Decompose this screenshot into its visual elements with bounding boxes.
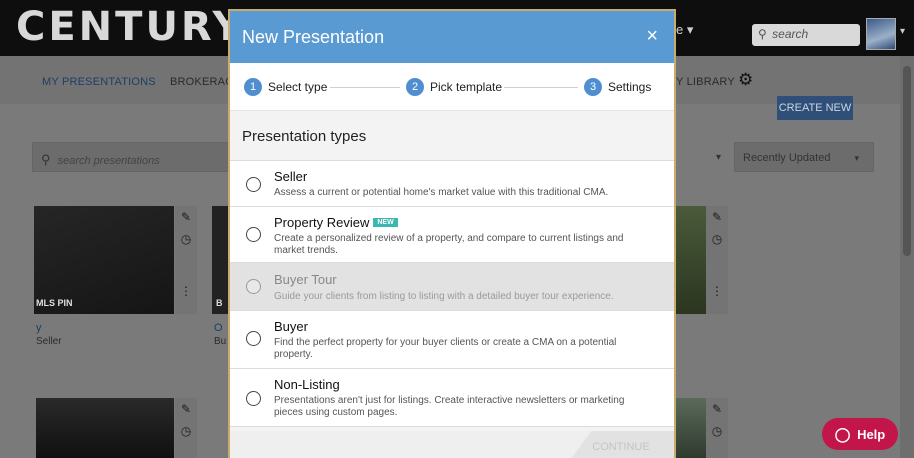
card-actions: ✎ ◷ ⋮ [706, 206, 728, 314]
chevron-down-icon: ▾ [854, 153, 859, 163]
close-icon[interactable]: × [646, 25, 658, 48]
option-buyer[interactable]: Buyer Find the perfect property for your… [230, 311, 674, 369]
create-new-button[interactable]: CREATE NEW [777, 96, 853, 120]
presentation-search-placeholder: search presentations [57, 155, 160, 167]
history-icon[interactable]: ◷ [175, 232, 197, 246]
brand-logo: CENTURY [16, 4, 245, 50]
modal-header: New Presentation × [230, 11, 674, 63]
option-name-row: Property Review NEW [274, 215, 398, 230]
wizard-stepper: 1 Select type 2 Pick template 3 Settings [230, 63, 674, 111]
thumbnail-label: MLS PIN [36, 298, 73, 308]
step-divider [504, 87, 578, 88]
filter-chevron-down-icon[interactable]: ▾ [716, 152, 721, 163]
sort-value: Recently Updated [743, 152, 831, 164]
tab-brokerage[interactable]: BROKERAG [170, 76, 234, 88]
tab-library[interactable]: Y LIBRARY [676, 76, 735, 88]
option-property-review[interactable]: Property Review NEW Create a personalized… [230, 207, 674, 263]
presentation-thumbnail[interactable] [676, 206, 706, 314]
option-non-listing[interactable]: Non-Listing Presentations aren't just fo… [230, 369, 674, 427]
option-name: Buyer [274, 319, 308, 334]
presentation-types-heading: Presentation types [230, 111, 674, 161]
option-name: Buyer Tour [274, 272, 337, 287]
chat-bubble-icon: ◯ [834, 426, 851, 442]
step-settings: 3 Settings [584, 78, 651, 96]
option-name: Property Review [274, 215, 370, 230]
modal-footer: CONTINUE [230, 431, 674, 458]
card-actions: ✎ ◷ [175, 398, 197, 458]
buyer-radio[interactable] [246, 331, 261, 346]
presentation-thumbnail[interactable] [676, 398, 706, 458]
option-description: Guide your clients from listing to listi… [274, 291, 614, 302]
help-label: Help [857, 427, 886, 442]
presentation-search-input[interactable]: ⚲ search presentations [32, 142, 232, 172]
search-icon: ⚲ [41, 152, 51, 167]
step-divider [330, 87, 400, 88]
option-description: Find the perfect property for your buyer… [274, 337, 617, 360]
history-icon[interactable]: ◷ [706, 232, 728, 246]
step-pick-template: 2 Pick template [406, 78, 502, 96]
card-actions: ✎ ◷ [706, 398, 728, 458]
edit-icon[interactable]: ✎ [706, 402, 728, 416]
thumbnail-label: B [216, 298, 223, 308]
help-button[interactable]: ◯ Help [822, 418, 898, 450]
top-search-input[interactable]: ⚲ search [752, 24, 860, 46]
tab-my-presentations[interactable]: MY PRESENTATIONS [42, 76, 156, 88]
step-number: 1 [244, 78, 262, 96]
top-menu[interactable]: e ▾ [676, 22, 693, 38]
edit-icon[interactable]: ✎ [175, 402, 197, 416]
top-menu-label: e [676, 22, 684, 37]
avatar[interactable] [866, 18, 896, 50]
sort-select[interactable]: Recently Updated ▾ [734, 142, 874, 172]
option-description: Assess a current or potential home's mar… [274, 187, 609, 198]
avatar-chevron-down-icon[interactable]: ▾ [900, 26, 905, 37]
modal-title: New Presentation [242, 27, 385, 47]
option-name: Seller [274, 169, 308, 184]
option-description: Create a personalized review of a proper… [274, 233, 624, 256]
option-seller[interactable]: Seller Assess a current or potential hom… [230, 161, 674, 207]
continue-button[interactable]: CONTINUE [568, 431, 674, 458]
buyer-tour-radio [246, 279, 261, 294]
more-icon[interactable]: ⋮ [175, 284, 197, 298]
step-label: Settings [608, 80, 652, 94]
scrollbar-thumb[interactable] [903, 66, 911, 256]
option-name: Non-Listing [274, 377, 340, 392]
step-label: Pick template [430, 80, 503, 94]
card-subtitle: Bu [214, 336, 227, 347]
top-search-placeholder: search [772, 27, 809, 41]
step-number: 3 [584, 78, 602, 96]
option-description: Presentations aren't just for listings. … [274, 395, 625, 418]
edit-icon[interactable]: ✎ [706, 210, 728, 224]
card-subtitle: Seller [36, 336, 62, 347]
edit-icon[interactable]: ✎ [175, 210, 197, 224]
step-label: Select type [268, 80, 328, 94]
more-icon[interactable]: ⋮ [706, 284, 728, 298]
chevron-down-icon: ▾ [686, 22, 694, 37]
seller-radio[interactable] [246, 177, 261, 192]
gear-icon[interactable]: ⚙ [738, 70, 753, 90]
option-buyer-tour: Buyer Tour Guide your clients from listi… [230, 263, 674, 311]
new-badge: NEW [373, 218, 398, 228]
history-icon[interactable]: ◷ [175, 424, 197, 438]
property-review-radio[interactable] [246, 227, 261, 242]
page-scrollbar[interactable] [900, 56, 914, 458]
step-number: 2 [406, 78, 424, 96]
card-title[interactable]: y [36, 322, 42, 334]
new-presentation-modal: New Presentation × 1 Select type 2 Pick … [228, 9, 676, 458]
card-title[interactable]: O [214, 322, 223, 334]
presentation-thumbnail[interactable] [36, 398, 174, 458]
search-icon: ⚲ [758, 27, 767, 41]
non-listing-radio[interactable] [246, 391, 261, 406]
card-actions: ✎ ◷ ⋮ [175, 206, 197, 314]
history-icon[interactable]: ◷ [706, 424, 728, 438]
step-select-type: 1 Select type [244, 78, 327, 96]
